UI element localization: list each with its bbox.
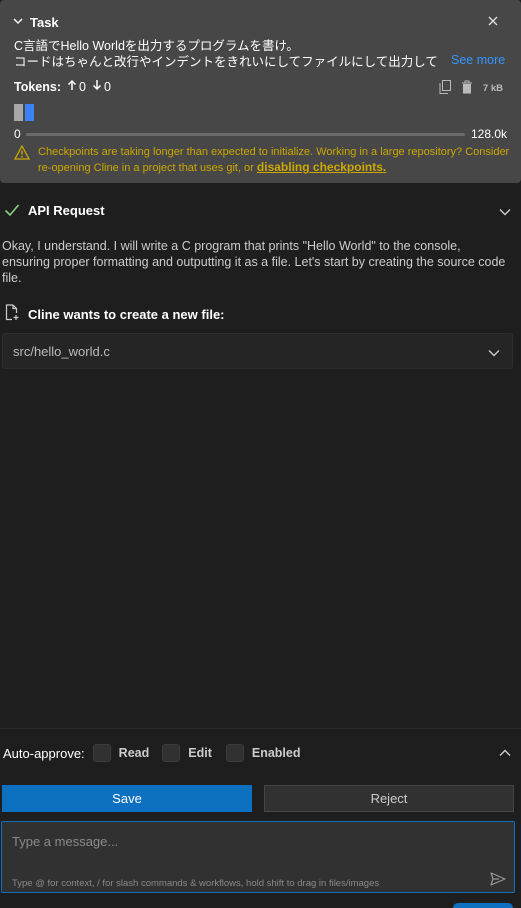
reject-button[interactable]: Reject — [264, 785, 514, 812]
chat-input-placeholder: Type a message... — [12, 834, 119, 849]
close-icon[interactable] — [485, 13, 501, 29]
context-bar-cache — [14, 104, 23, 121]
task-text-line2: コードはちゃんと改行やインデントをきれいにしてファイルにして出力して — [14, 55, 438, 69]
send-icon[interactable] — [490, 872, 506, 889]
new-file-title: Cline wants to create a new file: — [28, 306, 225, 322]
edit-label: Edit — [188, 746, 212, 760]
trash-icon[interactable] — [461, 80, 473, 97]
tokens-row: Tokens: 0 0 — [14, 79, 117, 94]
context-progress-bar — [26, 132, 465, 136]
auto-approve-edit[interactable]: Edit — [162, 744, 212, 762]
tokens-label: Tokens: — [14, 79, 61, 94]
task-size: 7 kB — [482, 83, 503, 94]
task-header[interactable]: Task — [12, 13, 59, 31]
context-max: 128.0k — [470, 127, 507, 141]
auto-approve-read[interactable]: Read — [92, 744, 150, 762]
task-title: Task — [30, 14, 59, 30]
assistant-message: Okay, I understand. I will write a C pro… — [2, 239, 506, 285]
see-more-link[interactable]: See more — [447, 53, 506, 67]
tokens-down-value: 0 — [103, 79, 111, 94]
file-path: src/hello_world.c — [13, 344, 110, 359]
new-file-header: Cline wants to create a new file: — [4, 304, 225, 324]
arrow-up-icon — [67, 79, 77, 94]
warning-icon — [13, 144, 31, 176]
edit-checkbox[interactable] — [162, 744, 181, 762]
enabled-label: Enabled — [251, 746, 301, 760]
chevron-up-icon[interactable] — [499, 746, 511, 761]
auto-approve-bar: Auto-approve: Read Edit Enabled — [0, 742, 521, 764]
auto-approve-label: Auto-approve: — [3, 745, 85, 761]
chevron-down-icon[interactable] — [499, 205, 511, 220]
copy-icon[interactable] — [439, 80, 451, 97]
task-panel: Task C言語でHello Worldを出力するプログラムを書け。 コードはち… — [0, 0, 521, 183]
checkpoint-warning: Checkpoints are taking longer than expec… — [13, 144, 521, 176]
chat-input[interactable]: Type a message... Type @ for context, / … — [1, 821, 515, 893]
divider — [0, 728, 521, 729]
file-path-box[interactable]: src/hello_world.c — [2, 333, 513, 369]
new-file-icon — [4, 304, 20, 324]
chevron-down-icon[interactable] — [488, 346, 500, 361]
chevron-down-icon[interactable] — [12, 15, 24, 30]
context-window-bars — [14, 104, 34, 121]
api-request-row[interactable]: API Request — [0, 200, 521, 222]
read-label: Read — [118, 746, 150, 760]
auto-approve-enabled[interactable]: Enabled — [225, 744, 301, 762]
mode-toggle[interactable] — [453, 903, 513, 908]
save-button[interactable]: Save — [2, 785, 252, 812]
read-checkbox[interactable] — [92, 744, 111, 762]
context-window-row: 0 128.0k — [14, 127, 507, 141]
task-text: C言語でHello Worldを出力するプログラムを書け。 コードはちゃんと改行… — [14, 38, 454, 70]
api-request-title: API Request — [28, 203, 105, 218]
disable-checkpoints-link[interactable]: disabling checkpoints. — [257, 160, 386, 174]
check-icon — [4, 203, 20, 220]
chat-input-hint: Type @ for context, / for slash commands… — [12, 878, 380, 889]
task-tools: 7 kB — [439, 80, 503, 97]
context-min: 0 — [14, 127, 21, 141]
enabled-checkbox[interactable] — [225, 744, 244, 762]
tokens-up-value: 0 — [79, 79, 86, 94]
arrow-down-icon — [92, 79, 102, 94]
task-text-line1: C言語でHello Worldを出力するプログラムを書け。 — [14, 39, 299, 53]
context-bar-used — [25, 104, 34, 121]
warning-message: Checkpoints are taking longer than expec… — [38, 145, 521, 176]
